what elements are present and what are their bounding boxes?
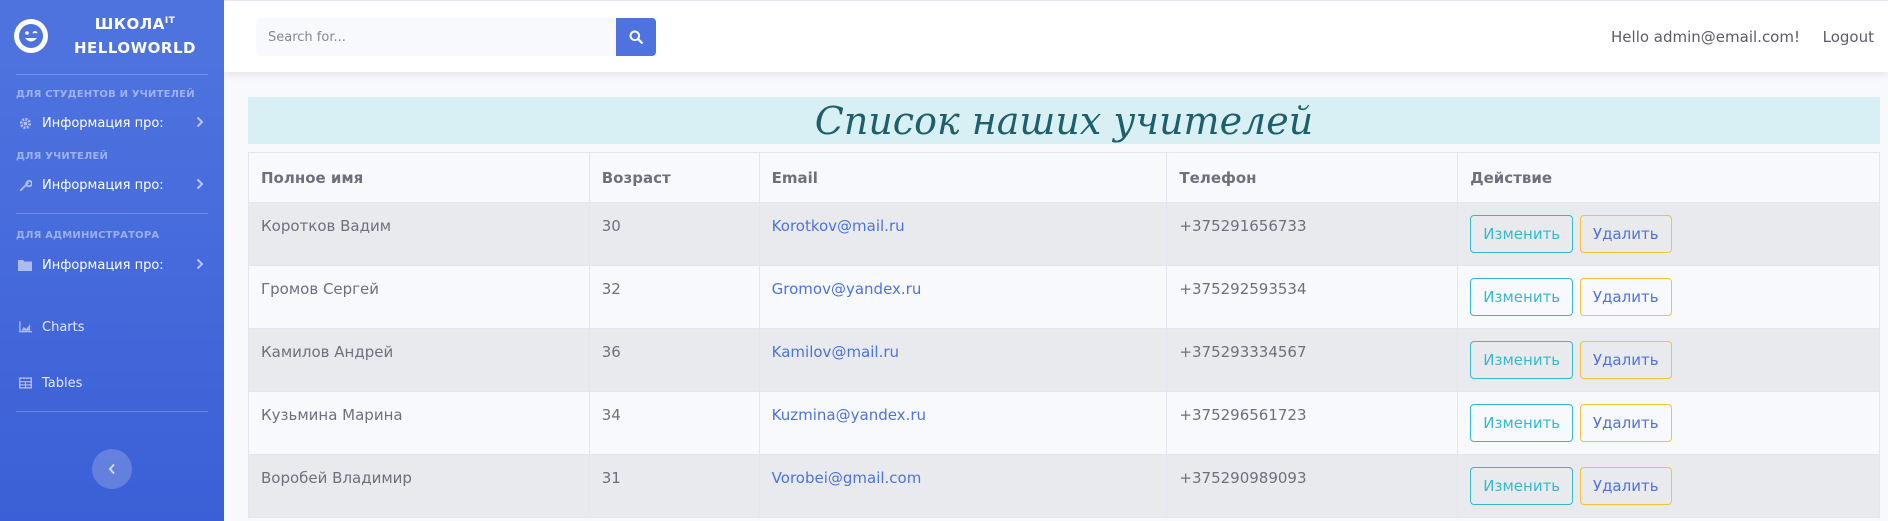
- sidebar-divider: [16, 74, 208, 75]
- cell-phone: +375292593534: [1166, 265, 1459, 329]
- sidebar-item-info-teachers[interactable]: Информация про:: [0, 165, 224, 205]
- cell-name: Коротков Вадим: [248, 202, 590, 266]
- cell-age: 34: [588, 391, 760, 455]
- sidebar-divider: [16, 213, 208, 214]
- cell-phone: +375290989093: [1166, 454, 1459, 518]
- sidebar-item-info-admin[interactable]: Информация про:: [0, 245, 224, 285]
- cell-email[interactable]: Gromov@yandex.ru: [758, 265, 1168, 329]
- column-header-name[interactable]: Полное имя: [248, 152, 590, 203]
- delete-button[interactable]: Удалить: [1579, 215, 1672, 253]
- search-form: [256, 18, 656, 56]
- cell-phone: +375291656733: [1166, 202, 1459, 266]
- folder-icon: [18, 258, 32, 272]
- cell-actions: Изменить Удалить: [1457, 265, 1880, 329]
- table-header-row: Полное имя Возраст Email Телефон Действи…: [248, 152, 1880, 203]
- table-row: Кузьмина Марина 34 Kuzmina@yandex.ru +37…: [248, 391, 1880, 455]
- column-header-email[interactable]: Email: [758, 152, 1168, 203]
- column-header-action: Действие: [1457, 152, 1880, 203]
- edit-button[interactable]: Изменить: [1470, 215, 1574, 253]
- cell-age: 30: [588, 202, 760, 266]
- edit-button[interactable]: Изменить: [1470, 341, 1574, 379]
- chart-area-icon: [18, 320, 32, 334]
- chevron-right-icon: [196, 116, 204, 132]
- delete-button[interactable]: Удалить: [1579, 278, 1672, 316]
- cell-age: 36: [588, 328, 760, 392]
- sidebar-divider: [16, 411, 208, 412]
- cell-email[interactable]: Vorobei@gmail.com: [758, 454, 1168, 518]
- delete-button[interactable]: Удалить: [1579, 467, 1672, 505]
- search-button[interactable]: [616, 18, 656, 56]
- sidebar-item-label: Tables: [42, 375, 83, 391]
- sidebar-item-label: Charts: [42, 319, 85, 335]
- gear-icon: [18, 116, 32, 130]
- table-row: Громов Сергей 32 Gromov@yandex.ru +37529…: [248, 265, 1880, 329]
- sidebar-heading-admin: Для администратора: [16, 230, 160, 241]
- sidebar-item-charts[interactable]: Charts: [0, 307, 224, 347]
- page-title: Список наших учителей: [814, 98, 1314, 143]
- brand-name: ШКОЛАIT HELLOWORLD: [74, 15, 196, 57]
- cell-age: 32: [588, 265, 760, 329]
- chevron-right-icon: [196, 258, 204, 274]
- table-icon: [18, 376, 32, 390]
- table-row: Коротков Вадим 30 Korotkov@mail.ru +3752…: [248, 202, 1880, 266]
- cell-name: Камилов Андрей: [248, 328, 590, 392]
- column-header-phone[interactable]: Телефон: [1166, 152, 1459, 203]
- cell-name: Громов Сергей: [248, 265, 590, 329]
- sidebar-heading-teachers: Для учителей: [16, 151, 109, 162]
- cell-actions: Изменить Удалить: [1457, 391, 1880, 455]
- edit-button[interactable]: Изменить: [1470, 467, 1574, 505]
- sidebar-item-info-students[interactable]: Информация про:: [0, 103, 224, 143]
- cell-email[interactable]: Kuzmina@yandex.ru: [758, 391, 1168, 455]
- sidebar-heading-students: Для студентов и учителей: [16, 89, 195, 100]
- teachers-table: Полное имя Возраст Email Телефон Действи…: [248, 152, 1880, 518]
- sidebar-item-label: Информация про:: [42, 115, 164, 131]
- edit-button[interactable]: Изменить: [1470, 404, 1574, 442]
- laugh-wink-icon: [14, 19, 48, 53]
- cell-actions: Изменить Удалить: [1457, 202, 1880, 266]
- wrench-icon: [18, 178, 32, 192]
- edit-button[interactable]: Изменить: [1470, 278, 1574, 316]
- search-icon: [629, 30, 643, 44]
- table-row: Воробей Владимир 31 Vorobei@gmail.com +3…: [248, 454, 1880, 518]
- sidebar-item-tables[interactable]: Tables: [0, 363, 224, 403]
- cell-actions: Изменить Удалить: [1457, 454, 1880, 518]
- cell-email[interactable]: Kamilov@mail.ru: [758, 328, 1168, 392]
- logout-link[interactable]: Logout: [1823, 28, 1874, 46]
- column-header-age[interactable]: Возраст: [588, 152, 760, 203]
- main-content: Hello admin@email.com! Logout Список наш…: [224, 0, 1888, 521]
- cell-name: Кузьмина Марина: [248, 391, 590, 455]
- cell-email[interactable]: Korotkov@mail.ru: [758, 202, 1168, 266]
- cell-phone: +375296561723: [1166, 391, 1459, 455]
- delete-button[interactable]: Удалить: [1579, 341, 1672, 379]
- cell-phone: +375293334567: [1166, 328, 1459, 392]
- sidebar-item-label: Информация про:: [42, 257, 164, 273]
- sidebar: ШКОЛАIT HELLOWORLD Для студентов и учите…: [0, 0, 224, 521]
- chevron-right-icon: [196, 178, 204, 194]
- delete-button[interactable]: Удалить: [1579, 404, 1672, 442]
- sidebar-item-label: Информация про:: [42, 177, 164, 193]
- user-greeting[interactable]: Hello admin@email.com!: [1611, 28, 1800, 46]
- table-row: Камилов Андрей 36 Kamilov@mail.ru +37529…: [248, 328, 1880, 392]
- search-input[interactable]: [256, 18, 616, 56]
- brand[interactable]: ШКОЛАIT HELLOWORLD: [0, 0, 224, 72]
- cell-name: Воробей Владимир: [248, 454, 590, 518]
- chevron-left-icon: [108, 463, 115, 475]
- cell-age: 31: [588, 454, 760, 518]
- topbar: Hello admin@email.com! Logout: [224, 0, 1888, 72]
- cell-actions: Изменить Удалить: [1457, 328, 1880, 392]
- page-title-banner: Список наших учителей: [248, 97, 1880, 144]
- sidebar-toggle-button[interactable]: [92, 449, 132, 489]
